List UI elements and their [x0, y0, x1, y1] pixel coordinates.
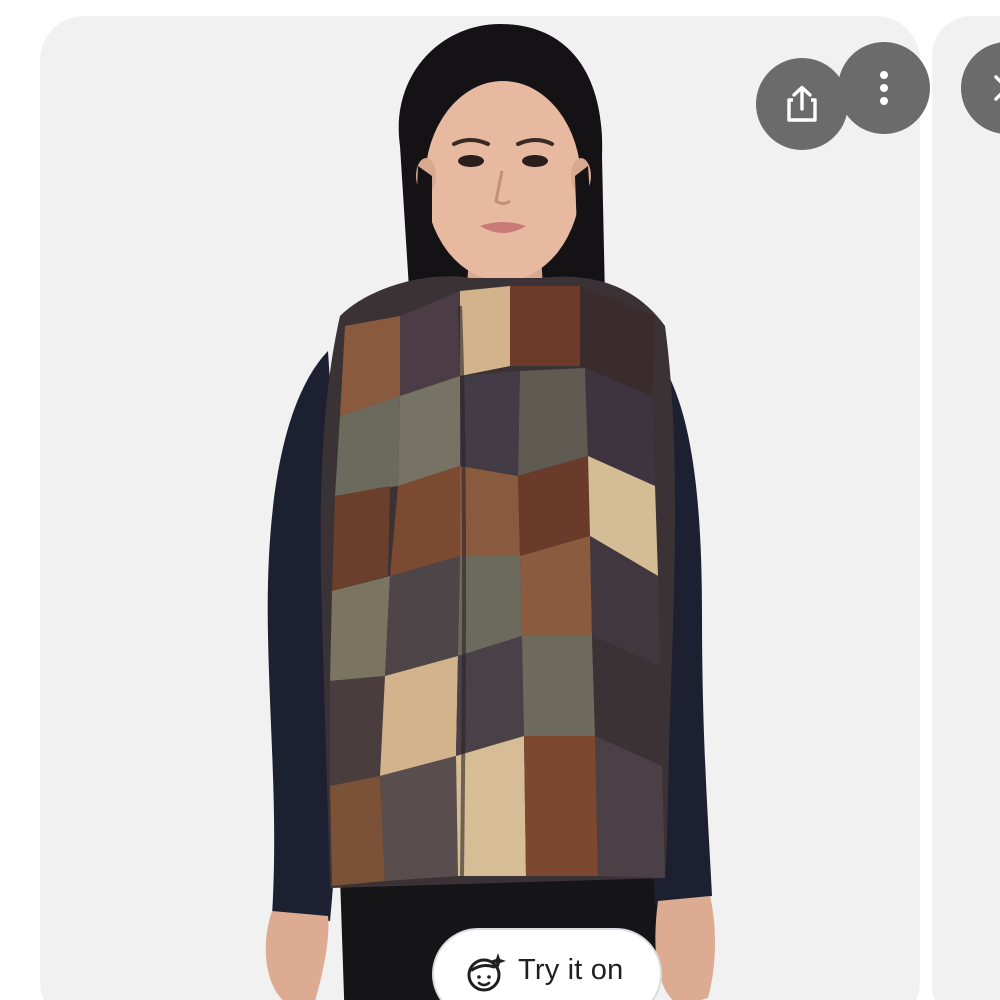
image-viewer: Try it on — [0, 0, 1000, 1000]
more-options-button[interactable] — [838, 42, 930, 134]
close-icon — [992, 73, 1000, 103]
product-image-card[interactable] — [40, 16, 920, 1000]
try-it-on-button[interactable]: Try it on — [432, 928, 662, 1000]
share-button[interactable] — [756, 58, 848, 150]
product-photo — [265, 24, 715, 1000]
face-sparkle-icon — [464, 952, 506, 999]
more-vertical-icon — [878, 70, 890, 106]
try-it-on-label: Try it on — [518, 954, 624, 986]
next-result-card[interactable] — [932, 16, 1000, 1000]
share-icon — [785, 85, 819, 123]
